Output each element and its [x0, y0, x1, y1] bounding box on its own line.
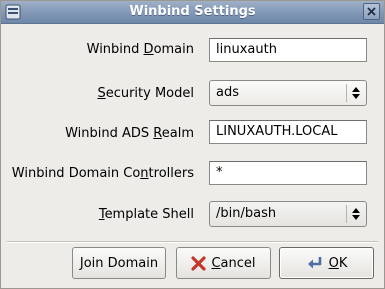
enter-arrow-icon [307, 257, 321, 269]
domain-controllers-label: Winbind Domain Controllers [11, 166, 194, 181]
ads-realm-input[interactable]: LINUXAUTH.LOCAL [209, 120, 367, 144]
template-shell-value: /bin/bash [216, 206, 277, 221]
template-shell-select[interactable]: /bin/bash [209, 201, 367, 227]
ok-label: OK [328, 255, 348, 271]
security-model-select[interactable]: ads [209, 80, 367, 106]
security-model-label: Security Model [97, 86, 194, 101]
winbind-domain-label: Winbind Domain [86, 42, 194, 57]
cancel-button[interactable]: Cancel [176, 247, 271, 279]
title-bar[interactable]: Winbind Settings [1, 1, 384, 24]
join-domain-label: Join Domain [79, 255, 159, 271]
close-button[interactable] [363, 3, 380, 20]
window-title: Winbind Settings [129, 4, 256, 19]
domain-controllers-input[interactable]: * [209, 161, 367, 185]
template-shell-label: Template Shell [98, 207, 194, 222]
security-model-value: ads [216, 85, 239, 100]
button-separator [7, 241, 378, 243]
winbind-domain-input[interactable]: linuxauth [209, 38, 367, 62]
updown-arrows-icon [352, 87, 360, 99]
combo-divider [346, 205, 347, 223]
ok-button[interactable]: OK [279, 247, 374, 279]
cancel-label: Cancel [211, 255, 256, 271]
combo-divider [346, 84, 347, 102]
winbind-settings-dialog: Winbind Settings Winbind Domain linuxaut… [0, 0, 385, 289]
updown-arrows-icon [352, 208, 360, 220]
join-domain-button[interactable]: Join Domain [72, 247, 166, 279]
cancel-x-icon [191, 255, 207, 271]
ads-realm-label: Winbind ADS Realm [65, 126, 194, 141]
close-icon [367, 7, 376, 16]
